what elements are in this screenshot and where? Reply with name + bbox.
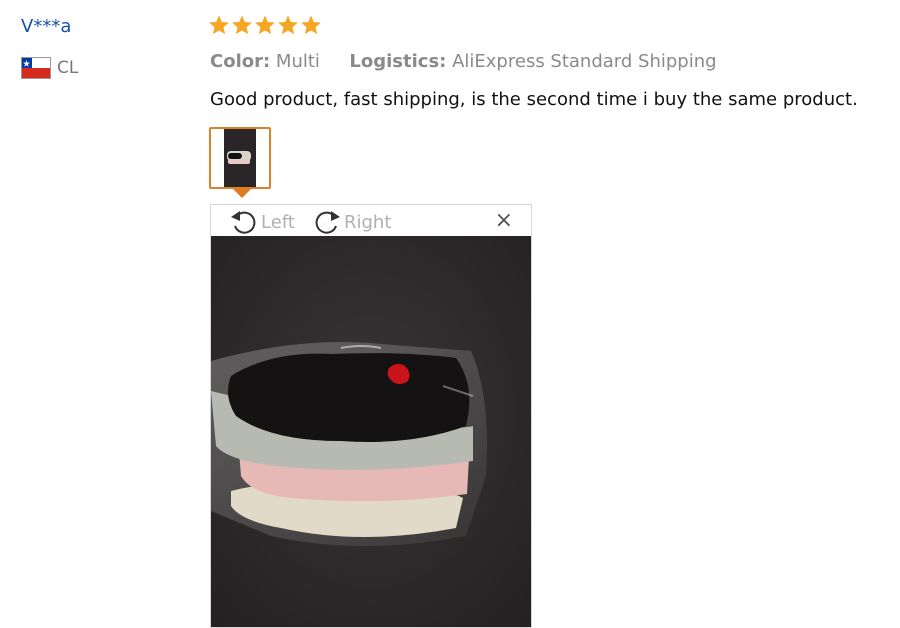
photo-viewer-toolbar: Left Right × (211, 205, 531, 236)
rotate-left-button[interactable]: Left (229, 209, 295, 235)
reviewer-country: CL (21, 57, 78, 79)
rotate-right-label: Right (344, 211, 392, 233)
review-text: Good product, fast shipping, is the seco… (210, 89, 858, 110)
rotate-right-button[interactable]: Right (312, 209, 391, 235)
star-icon (232, 15, 252, 35)
color-label: Color: (210, 51, 271, 72)
logistics-value: AliExpress Standard Shipping (452, 51, 717, 72)
review-photo (211, 236, 531, 627)
selected-thumbnail-pointer (233, 189, 251, 198)
review-photo-thumbnail[interactable] (209, 127, 271, 189)
photo-viewer: Left Right × (210, 204, 532, 628)
reviewer-name[interactable]: V***a (21, 16, 71, 37)
star-icon (255, 15, 275, 35)
rotate-right-icon (315, 211, 340, 234)
country-code: CL (57, 58, 79, 78)
rotate-left-icon (231, 211, 256, 234)
logistics-label: Logistics: (349, 51, 447, 72)
review-meta: Color: Multi Logistics: AliExpress Stand… (210, 51, 717, 72)
star-icon (209, 15, 229, 35)
star-icon (278, 15, 298, 35)
close-icon[interactable]: × (495, 210, 513, 232)
chile-flag-icon (21, 57, 51, 79)
rotate-left-label: Left (261, 211, 295, 233)
star-rating (208, 14, 322, 36)
star-icon (301, 15, 321, 35)
color-value: Multi (275, 51, 320, 72)
